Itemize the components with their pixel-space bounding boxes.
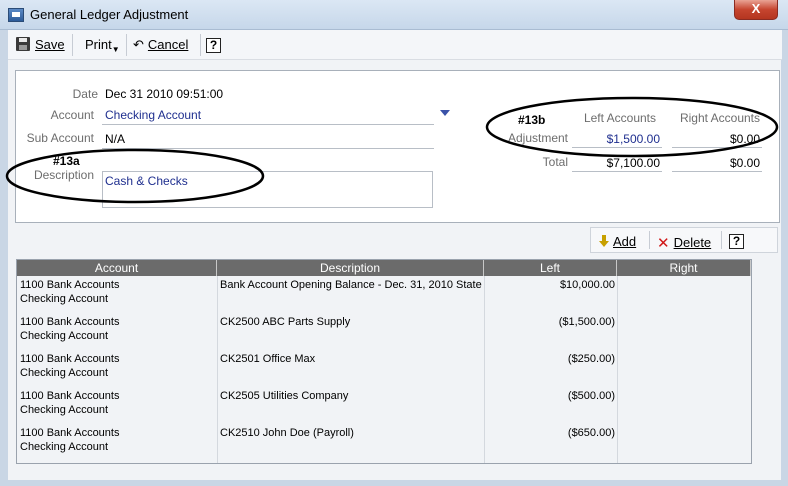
window-frame-bottom bbox=[0, 480, 788, 486]
row-left: ($250.00) bbox=[567, 353, 615, 365]
adjustment-label: Adjustment bbox=[507, 131, 568, 145]
column-header-right[interactable]: Right bbox=[617, 260, 751, 276]
total-right-value: $0.00 bbox=[729, 156, 760, 170]
row-account: 1100 Bank Accounts bbox=[20, 353, 120, 365]
delete-button[interactable]: ✕ Delete bbox=[657, 234, 711, 252]
row-description: CK2505 Utilities Company bbox=[220, 390, 349, 402]
ledger-grid: Account Description Left Right 1100 Bank… bbox=[16, 259, 752, 464]
adjustment-right-value: $0.00 bbox=[729, 132, 760, 146]
grid-toolbar-separator bbox=[649, 231, 650, 249]
help-icon: ? bbox=[206, 38, 221, 53]
close-button[interactable]: X bbox=[734, 0, 778, 20]
row-description: Bank Account Opening Balance - Dec. 31, … bbox=[220, 279, 482, 291]
column-divider bbox=[484, 276, 485, 463]
row-left: $10,000.00 bbox=[559, 279, 615, 291]
print-button[interactable]: Print▼ bbox=[85, 36, 120, 54]
total-label: Total bbox=[542, 155, 568, 169]
subaccount-value[interactable]: N/A bbox=[105, 132, 125, 146]
date-value: Dec 31 2010 09:51:00 bbox=[105, 87, 224, 101]
print-label: Print bbox=[85, 37, 112, 52]
subaccount-label: Sub Account bbox=[26, 131, 94, 145]
row-left: ($650.00) bbox=[567, 427, 615, 439]
column-header-description[interactable]: Description bbox=[217, 260, 484, 276]
row-left: ($1,500.00) bbox=[558, 316, 615, 328]
description-label: Description bbox=[33, 168, 94, 182]
column-divider bbox=[217, 276, 218, 463]
help-icon: ? bbox=[729, 234, 744, 249]
toolbar: Save Print▼ ↶ Cancel ? bbox=[8, 30, 782, 60]
adjustment-left-value: $1,500.00 bbox=[606, 132, 660, 146]
subaccount-underline bbox=[102, 148, 434, 149]
row-description: CK2500 ABC Parts Supply bbox=[220, 316, 351, 328]
chevron-down-icon: ▼ bbox=[111, 45, 120, 54]
row-account: 1100 Bank Accounts bbox=[20, 279, 120, 291]
window-title: General Ledger Adjustment bbox=[30, 7, 189, 22]
row-subaccount: Checking Account bbox=[20, 330, 109, 342]
title-bar: General Ledger Adjustment X bbox=[0, 0, 788, 30]
row-subaccount: Checking Account bbox=[20, 293, 109, 305]
grid-toolbar-separator bbox=[721, 231, 722, 249]
undo-icon: ↶ bbox=[133, 37, 144, 52]
total-left-value: $7,100.00 bbox=[606, 156, 660, 170]
row-description: CK2510 John Doe (Payroll) bbox=[220, 427, 354, 439]
arrow-down-icon bbox=[599, 235, 609, 247]
toolbar-separator bbox=[200, 34, 201, 56]
app-icon bbox=[8, 8, 24, 22]
window-frame-left bbox=[0, 30, 8, 486]
grid-toolbar: Add ✕ Delete ? bbox=[590, 227, 778, 253]
right-accounts-header: Right Accounts bbox=[679, 111, 760, 125]
help-button[interactable]: ? bbox=[206, 36, 221, 54]
column-divider bbox=[617, 276, 618, 463]
annotation-13a: #13a bbox=[53, 154, 80, 168]
total-right-underline bbox=[672, 171, 762, 172]
save-icon bbox=[16, 37, 30, 51]
add-label: Add bbox=[613, 234, 637, 249]
row-description: CK2501 Office Max bbox=[220, 353, 316, 365]
row-account: 1100 Bank Accounts bbox=[20, 390, 120, 402]
account-label: Account bbox=[50, 108, 94, 122]
account-select[interactable]: Checking Account bbox=[105, 108, 201, 122]
annotation-13b: #13b bbox=[518, 113, 546, 127]
save-button[interactable]: Save bbox=[16, 36, 65, 54]
account-underline bbox=[102, 124, 434, 125]
dropdown-arrow-icon[interactable] bbox=[440, 110, 450, 116]
column-header-account[interactable]: Account bbox=[17, 260, 217, 276]
save-label: Save bbox=[35, 37, 65, 52]
date-label: Date bbox=[72, 87, 98, 101]
cancel-button[interactable]: ↶ Cancel bbox=[133, 36, 188, 54]
adjustment-left-underline bbox=[572, 147, 662, 148]
row-left: ($500.00) bbox=[567, 390, 615, 402]
adjustment-right-underline bbox=[672, 147, 762, 148]
left-accounts-header: Left Accounts bbox=[583, 111, 656, 125]
cancel-label: Cancel bbox=[147, 37, 189, 52]
column-header-left[interactable]: Left bbox=[484, 260, 617, 276]
toolbar-separator bbox=[72, 34, 73, 56]
grid-help-button[interactable]: ? bbox=[729, 233, 744, 249]
row-subaccount: Checking Account bbox=[20, 441, 109, 453]
window-frame-right bbox=[781, 30, 788, 486]
row-account: 1100 Bank Accounts bbox=[20, 427, 120, 439]
row-subaccount: Checking Account bbox=[20, 367, 109, 379]
delete-label: Delete bbox=[673, 235, 712, 250]
add-button[interactable]: Add bbox=[599, 234, 636, 249]
total-left-underline bbox=[572, 171, 662, 172]
row-account: 1100 Bank Accounts bbox=[20, 316, 120, 328]
description-field[interactable]: Cash & Checks bbox=[102, 171, 433, 208]
toolbar-separator bbox=[126, 34, 127, 56]
row-subaccount: Checking Account bbox=[20, 404, 109, 416]
delete-icon: ✕ bbox=[657, 235, 670, 252]
